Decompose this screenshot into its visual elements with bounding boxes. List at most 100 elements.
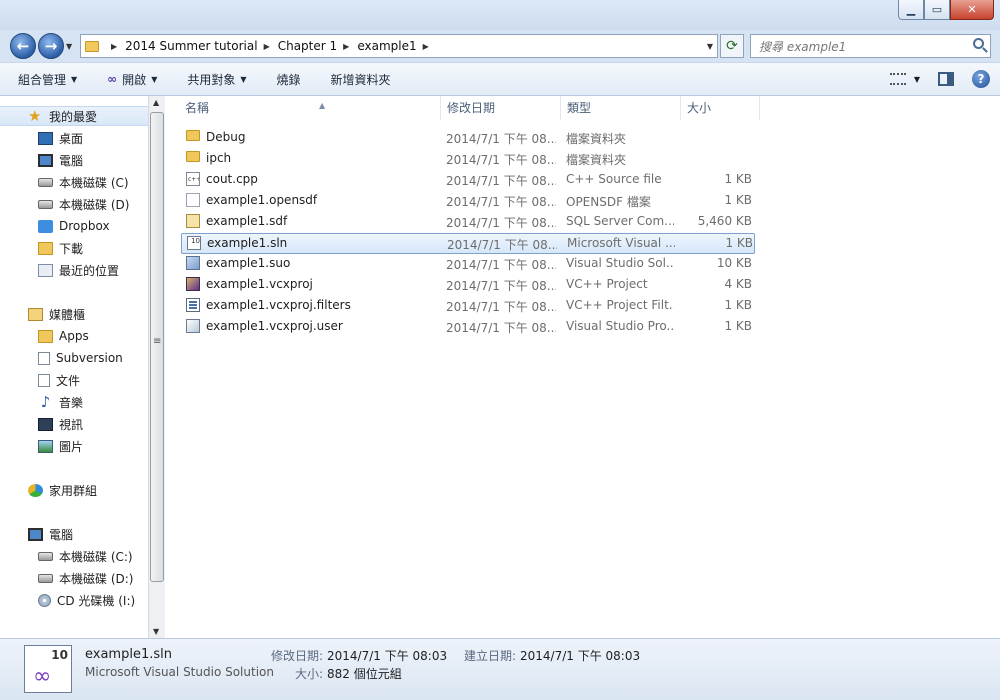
file-size: 1 KB	[724, 172, 752, 186]
change-view-button[interactable]: ▼	[889, 73, 920, 85]
new-folder-button[interactable]: 新增資料夾	[331, 71, 391, 88]
table-row[interactable]: Debug 2014/7/1 下午 08... 檔案資料夾	[181, 128, 755, 149]
table-row-selected[interactable]: example1.sln 2014/7/1 下午 08... Microsoft…	[181, 233, 755, 254]
column-header-name[interactable]: 名稱 ▲	[179, 96, 441, 120]
table-row[interactable]: example1.vcxproj 2014/7/1 下午 08... VC++ …	[181, 275, 755, 296]
maximize-button[interactable]: ▭	[924, 0, 950, 20]
table-row[interactable]: ipch 2014/7/1 下午 08... 檔案資料夾	[181, 149, 755, 170]
recent-pages-dropdown[interactable]: ▼	[66, 42, 72, 51]
file-size: 10 KB	[716, 256, 752, 270]
share-button[interactable]: 共用對象 ▼	[187, 71, 246, 88]
nav-label: 文件	[56, 373, 81, 388]
forward-button[interactable]: →	[38, 33, 64, 59]
file-size: 1 KB	[724, 298, 752, 312]
nav-item-computer[interactable]: 電腦	[0, 150, 83, 170]
nav-label: 家用群組	[49, 483, 98, 498]
nav-pane-scrollbar[interactable]: ▲ ≡ ▼	[148, 96, 165, 638]
nav-item-music[interactable]: ♪ 音樂	[0, 392, 83, 412]
chevron-right-icon[interactable]: ▶	[423, 42, 429, 51]
column-label: 類型	[567, 101, 592, 115]
file-name: example1.vcxproj	[206, 277, 313, 291]
column-header-date[interactable]: 修改日期	[441, 96, 561, 120]
chevron-down-icon: ▼	[913, 74, 920, 84]
breadcrumb-item[interactable]: Chapter 1	[278, 39, 337, 53]
column-label: 大小	[687, 101, 712, 115]
nav-item-desktop[interactable]: 桌面	[0, 128, 83, 148]
folder-icon	[186, 130, 200, 141]
search-input[interactable]: 搜尋 example1	[750, 34, 991, 58]
back-button[interactable]: ←	[10, 33, 36, 59]
file-date: 2014/7/1 下午 08...	[446, 279, 556, 293]
chevron-right-icon[interactable]: ▶	[264, 42, 270, 51]
library-icon	[28, 307, 43, 321]
scrollbar-thumb[interactable]	[150, 112, 164, 582]
nav-label: 本機磁碟 (D)	[59, 197, 130, 212]
search-icon[interactable]	[973, 38, 984, 49]
column-header-size[interactable]: 大小	[681, 96, 760, 120]
nav-item-videos[interactable]: 視訊	[0, 414, 83, 434]
nav-label: 電腦	[49, 527, 74, 542]
grip-icon: ≡	[153, 336, 162, 347]
blank-file-icon	[186, 193, 200, 207]
computer-icon	[38, 153, 53, 167]
recent-places-icon	[38, 263, 53, 277]
infinity-icon: ∞	[33, 664, 52, 689]
scroll-down-icon[interactable]: ▼	[153, 627, 159, 636]
preview-pane-icon[interactable]	[938, 72, 954, 86]
nav-item-disk-d[interactable]: 本機磁碟 (D)	[0, 194, 129, 214]
organize-label: 組合管理	[18, 72, 67, 87]
breadcrumb-item[interactable]: 2014 Summer tutorial	[125, 39, 257, 53]
nav-favorites-header[interactable]: ★ 我的最愛	[0, 106, 148, 126]
sdf-file-icon	[186, 214, 200, 228]
table-row[interactable]: example1.suo 2014/7/1 下午 08... Visual St…	[181, 254, 755, 275]
details-created-value: 2014/7/1 下午 08:03	[520, 649, 641, 663]
nav-item-cd-drive[interactable]: CD 光碟機 (I:)	[0, 590, 135, 610]
nav-computer-header[interactable]: 電腦	[0, 524, 73, 544]
breadcrumb-item[interactable]: example1	[357, 39, 416, 53]
nav-item-pictures[interactable]: 圖片	[0, 436, 83, 456]
nav-item-recent-places[interactable]: 最近的位置	[0, 260, 119, 280]
nav-item-subversion[interactable]: Subversion	[0, 348, 123, 368]
chevron-right-icon[interactable]: ▶	[111, 42, 117, 51]
search-placeholder: 搜尋 example1	[759, 39, 847, 54]
star-icon: ★	[28, 107, 42, 125]
file-name: cout.cpp	[206, 172, 258, 186]
nav-homegroup[interactable]: 家用群組	[0, 480, 97, 500]
address-history-dropdown[interactable]: ▼	[707, 42, 713, 51]
file-name: Debug	[206, 130, 246, 144]
nav-item-local-disk-c[interactable]: 本機磁碟 (C:)	[0, 546, 133, 566]
table-row[interactable]: example1.sdf 2014/7/1 下午 08... SQL Serve…	[181, 212, 755, 233]
nav-libraries-header[interactable]: 媒體櫃	[0, 304, 85, 324]
cpp-file-icon	[186, 172, 200, 186]
table-row[interactable]: example1.vcxproj.filters 2014/7/1 下午 08.…	[181, 296, 755, 317]
help-icon[interactable]: ?	[972, 70, 990, 88]
scroll-up-icon[interactable]: ▲	[153, 98, 159, 107]
details-modified-value: 2014/7/1 下午 08:03	[327, 649, 448, 663]
chevron-right-icon[interactable]: ▶	[343, 42, 349, 51]
table-row[interactable]: cout.cpp 2014/7/1 下午 08... C++ Source fi…	[181, 170, 755, 191]
table-row[interactable]: example1.vcxproj.user 2014/7/1 下午 08... …	[181, 317, 755, 338]
open-button[interactable]: ∞ 開啟 ▼	[107, 71, 157, 88]
nav-item-apps[interactable]: Apps	[0, 326, 89, 346]
address-bar[interactable]: ▶ 2014 Summer tutorial ▶ Chapter 1 ▶ exa…	[80, 34, 718, 58]
column-header-type[interactable]: 類型	[561, 96, 681, 120]
minimize-button[interactable]: ▁	[898, 0, 924, 20]
file-type: VC++ Project	[566, 277, 648, 291]
hard-disk-icon	[38, 177, 53, 187]
organize-button[interactable]: 組合管理 ▼	[18, 71, 77, 88]
nav-item-disk-c[interactable]: 本機磁碟 (C)	[0, 172, 129, 192]
nav-item-downloads[interactable]: 下載	[0, 238, 83, 258]
close-button[interactable]: ✕	[950, 0, 994, 20]
burn-button[interactable]: 燒錄	[277, 71, 301, 88]
folder-icon	[85, 40, 99, 52]
nav-item-dropbox[interactable]: Dropbox	[0, 216, 110, 236]
file-size: 1 KB	[724, 193, 752, 207]
file-name: example1.suo	[206, 256, 291, 270]
nav-item-documents[interactable]: 文件	[0, 370, 80, 390]
hard-disk-icon	[38, 199, 53, 209]
refresh-button[interactable]: ⟳	[720, 34, 744, 58]
file-type: C++ Source file	[566, 172, 662, 186]
nav-item-local-disk-d[interactable]: 本機磁碟 (D:)	[0, 568, 133, 588]
table-row[interactable]: example1.opensdf 2014/7/1 下午 08... OPENS…	[181, 191, 755, 212]
file-name: example1.sln	[207, 236, 288, 250]
